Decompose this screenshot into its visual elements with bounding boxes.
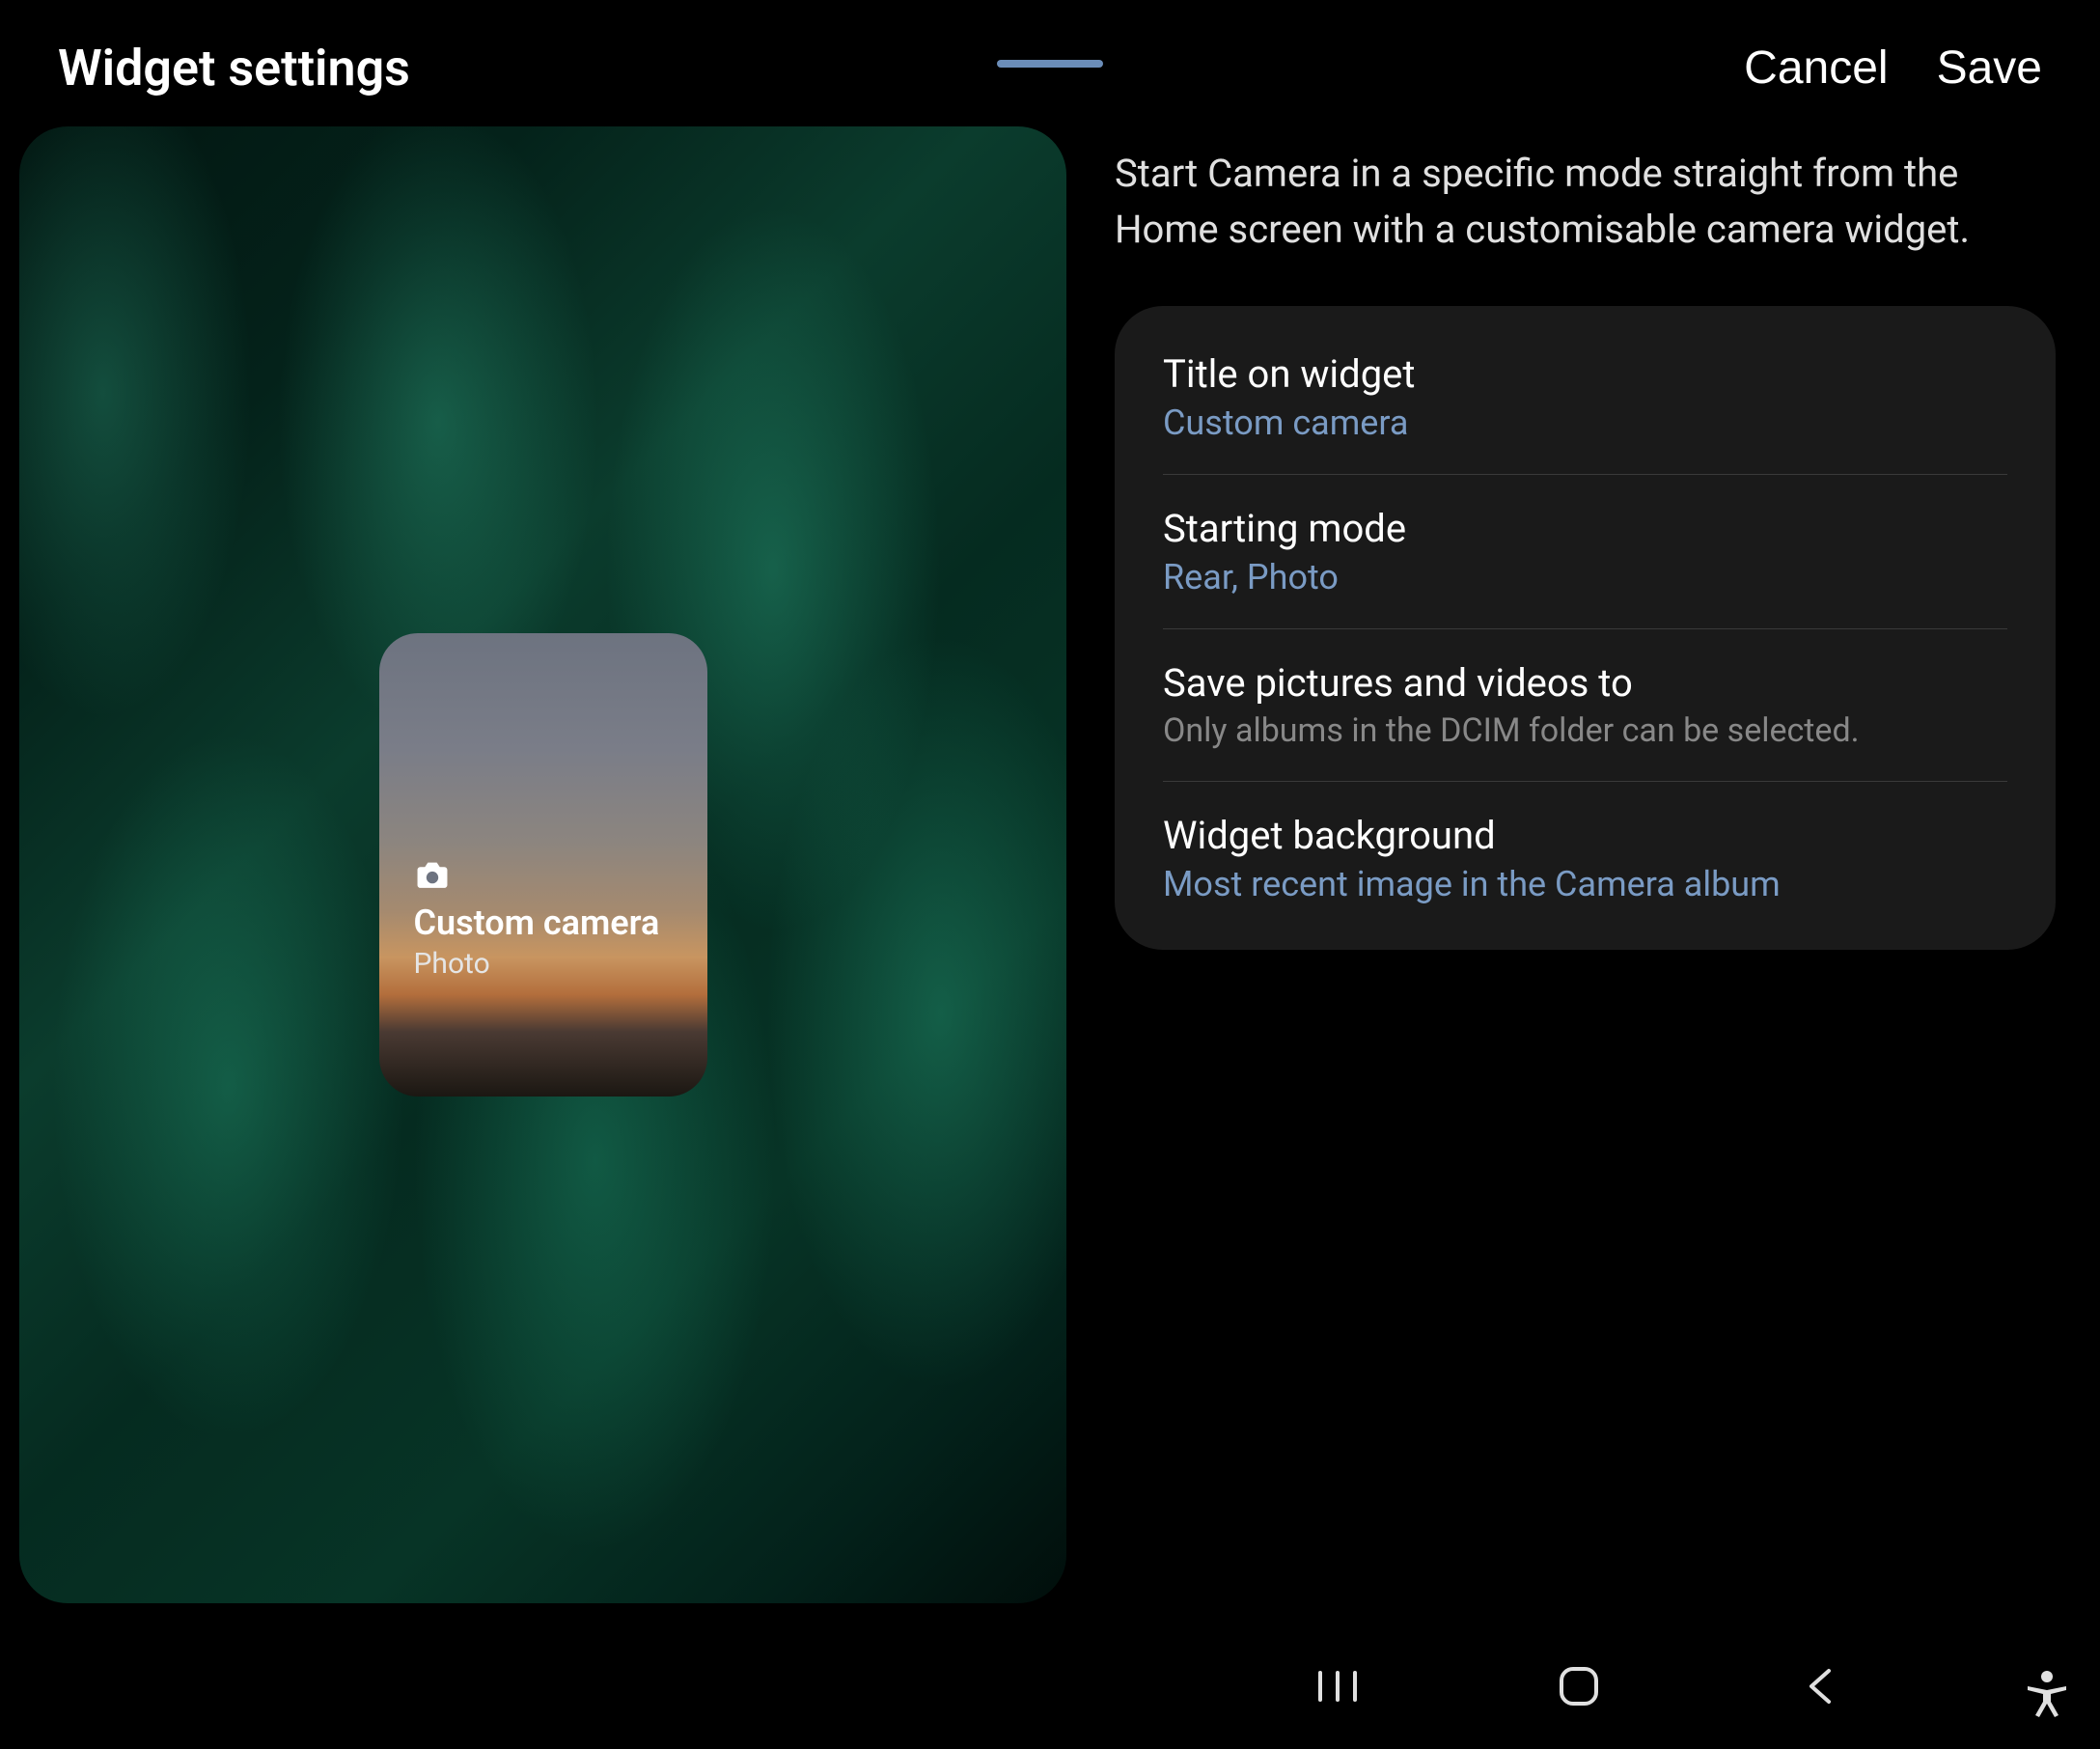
back-button[interactable] xyxy=(1791,1657,1849,1715)
setting-widget-background[interactable]: Widget background Most recent image in t… xyxy=(1163,782,2007,935)
widget-preview-name: Custom camera xyxy=(414,902,673,943)
setting-label: Starting mode xyxy=(1163,506,2007,551)
setting-save-location[interactable]: Save pictures and videos to Only albums … xyxy=(1163,629,2007,782)
recents-button[interactable] xyxy=(1309,1657,1367,1715)
settings-card: Title on widget Custom camera Starting m… xyxy=(1115,306,2056,950)
setting-value: Custom camera xyxy=(1163,403,2007,443)
setting-value: Rear, Photo xyxy=(1163,557,2007,597)
widget-preview-card: Custom camera Photo xyxy=(379,633,707,1097)
setting-value: Most recent image in the Camera album xyxy=(1163,864,2007,904)
setting-label: Title on widget xyxy=(1163,351,2007,397)
navigation-bar xyxy=(1058,1643,2100,1730)
drag-handle[interactable] xyxy=(997,60,1103,68)
setting-hint: Only albums in the DCIM folder can be se… xyxy=(1163,711,2007,750)
setting-title-on-widget[interactable]: Title on widget Custom camera xyxy=(1163,320,2007,475)
cancel-button[interactable]: Cancel xyxy=(1744,42,1888,95)
page-title: Widget settings xyxy=(58,39,410,97)
setting-label: Save pictures and videos to xyxy=(1163,660,2007,706)
home-button[interactable] xyxy=(1550,1657,1608,1715)
widget-preview-mode: Photo xyxy=(414,947,673,981)
setting-label: Widget background xyxy=(1163,813,2007,858)
widget-preview-pane: Custom camera Photo xyxy=(19,126,1066,1603)
settings-description: Start Camera in a specific mode straight… xyxy=(1115,146,2056,306)
accessibility-button[interactable] xyxy=(2020,1667,2073,1720)
header: Widget settings Cancel Save xyxy=(0,0,2100,126)
setting-starting-mode[interactable]: Starting mode Rear, Photo xyxy=(1163,475,2007,629)
save-button[interactable]: Save xyxy=(1937,42,2042,95)
camera-icon xyxy=(414,858,673,895)
